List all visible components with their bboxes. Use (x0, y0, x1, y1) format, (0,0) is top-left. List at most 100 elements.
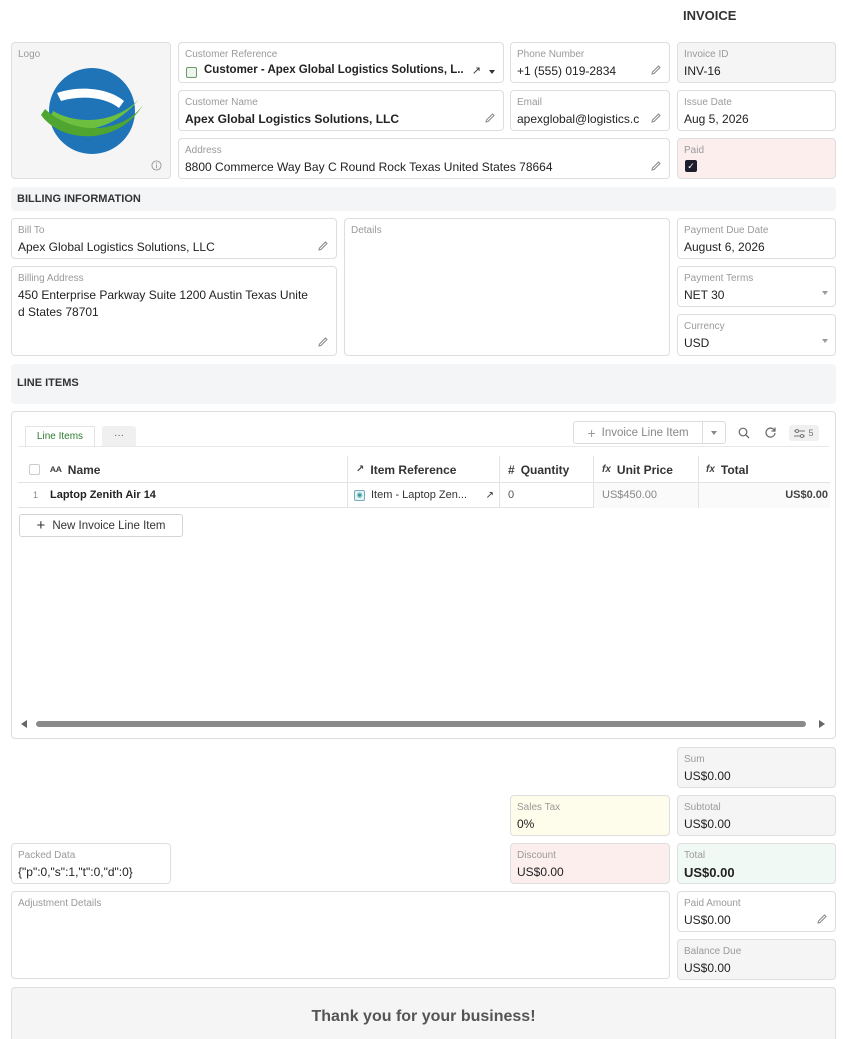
scroll-left-icon[interactable] (21, 720, 27, 728)
add-dropdown-button[interactable] (702, 421, 726, 444)
invoice-id-value: INV-16 (684, 64, 721, 78)
paid-amount-field[interactable]: Paid Amount US$0.00 (677, 891, 836, 932)
pencil-icon[interactable] (650, 112, 662, 124)
adjustment-details-field[interactable]: Adjustment Details (11, 891, 670, 979)
tab-more[interactable]: ··· (102, 426, 136, 447)
discount-field[interactable]: Discount US$0.00 (510, 843, 670, 884)
phone-label: Phone Number (517, 49, 585, 60)
filter-count: 5 (808, 428, 814, 438)
select-all-checkbox[interactable] (29, 464, 40, 475)
row-quantity-cell[interactable]: 0 (508, 483, 514, 507)
column-divider (698, 456, 699, 483)
column-header-quantity[interactable]: # Quantity (508, 456, 569, 483)
column-header-name[interactable]: ᴀᴀ Name (50, 456, 100, 483)
chevron-down-icon[interactable] (822, 339, 828, 343)
column-header-total[interactable]: fx Total (706, 456, 749, 483)
page-title: INVOICE (683, 8, 737, 23)
total-label: Total (684, 850, 706, 861)
discount-label: Discount (517, 850, 556, 861)
refresh-icon[interactable] (764, 426, 777, 439)
details-field[interactable]: Details (344, 218, 670, 356)
table-header: ᴀᴀ Name ↗ Item Reference # Quantity fx U… (18, 456, 830, 483)
payment-terms-label: Payment Terms (684, 273, 754, 284)
paid-checkbox[interactable]: ✓ (685, 160, 697, 172)
currency-select[interactable]: Currency USD (677, 314, 836, 356)
info-icon[interactable] (151, 160, 162, 171)
details-label: Details (351, 225, 382, 236)
pencil-icon[interactable] (650, 64, 662, 76)
item-record-icon: ◉ (354, 489, 365, 501)
subtotal-field: Subtotal US$0.00 (677, 795, 836, 836)
dropdown-chevron-icon[interactable] (489, 70, 495, 74)
subtotal-label: Subtotal (684, 802, 721, 813)
payment-due-date-value: August 6, 2026 (684, 240, 765, 254)
row-total-cell: US$0.00 (785, 489, 828, 501)
row-item-reference-value: Item - Laptop Zen... (371, 489, 467, 501)
sliders-icon (794, 428, 806, 438)
customer-reference-value: Customer - Apex Global Logistics Solutio… (204, 64, 464, 76)
customer-name-label: Customer Name (185, 97, 258, 108)
pencil-icon[interactable] (484, 112, 496, 124)
row-name-cell[interactable]: Laptop Zenith Air 14 (50, 483, 156, 507)
line-items-section-header: LINE ITEMS (11, 364, 836, 404)
column-unit-price-label: Unit Price (616, 462, 673, 477)
add-invoice-line-item-button[interactable]: + Invoice Line Item (573, 421, 703, 444)
issue-date-field[interactable]: Issue Date Aug 5, 2026 (677, 90, 836, 131)
email-label: Email (517, 97, 543, 108)
discount-value: US$0.00 (517, 865, 564, 879)
horizontal-scrollbar[interactable] (36, 721, 806, 727)
tab-line-items-label: Line Items (36, 431, 84, 442)
formula-icon: fx (706, 464, 715, 475)
payment-terms-select[interactable]: Payment Terms NET 30 (677, 266, 836, 307)
sales-tax-field[interactable]: Sales Tax 0% (510, 795, 670, 836)
address-value: 8800 Commerce Way Bay C Round Rock Texas… (185, 160, 553, 174)
pencil-icon[interactable] (816, 913, 828, 925)
new-invoice-line-item-button[interactable]: + New Invoice Line Item (19, 514, 183, 537)
billing-address-field[interactable]: Billing Address 450 Enterprise Parkway S… (11, 266, 337, 356)
balance-due-value: US$0.00 (684, 961, 731, 975)
billing-section-header: BILLING INFORMATION (11, 187, 836, 211)
logo-label: Logo (18, 49, 41, 60)
table-row[interactable]: 1 Laptop Zenith Air 14 ◉ Item - Laptop Z… (18, 483, 830, 508)
open-link-icon[interactable]: ↗ (486, 490, 494, 501)
scroll-right-icon[interactable] (819, 720, 825, 728)
customer-reference-field[interactable]: Customer Reference Customer - Apex Globa… (178, 42, 504, 83)
pencil-icon[interactable] (650, 160, 662, 172)
balance-due-field: Balance Due US$0.00 (677, 939, 836, 980)
chevron-down-icon[interactable] (822, 291, 828, 295)
pencil-icon[interactable] (317, 240, 329, 252)
logo-card[interactable]: Logo (11, 42, 171, 179)
balance-due-label: Balance Due (684, 946, 742, 957)
bill-to-value: Apex Global Logistics Solutions, LLC (18, 240, 215, 254)
record-icon (186, 67, 197, 78)
bill-to-field[interactable]: Bill To Apex Global Logistics Solutions,… (11, 218, 337, 259)
text-type-icon: ᴀᴀ (50, 464, 62, 475)
address-label: Address (185, 145, 222, 156)
paid-field[interactable]: Paid ✓ (677, 138, 836, 179)
email-field[interactable]: Email apexglobal@logistics.c (510, 90, 670, 131)
pencil-icon[interactable] (317, 336, 329, 348)
tab-line-items[interactable]: Line Items (25, 426, 95, 447)
filter-button[interactable]: 5 (789, 425, 819, 441)
new-invoice-line-item-label: New Invoice Line Item (52, 519, 166, 532)
billing-address-line2: d States 78701 (18, 305, 99, 319)
invoice-id-field: Invoice ID INV-16 (677, 42, 836, 83)
open-link-icon[interactable]: ↗ (472, 64, 481, 77)
packed-data-field[interactable]: Packed Data {"p":0,"s":1,"t":0,"d":0} (11, 843, 171, 884)
address-field[interactable]: Address 8800 Commerce Way Bay C Round Ro… (178, 138, 670, 179)
billing-address-line1: 450 Enterprise Parkway Suite 1200 Austin… (18, 288, 308, 302)
payment-due-date-field[interactable]: Payment Due Date August 6, 2026 (677, 218, 836, 259)
column-header-unit-price[interactable]: fx Unit Price (602, 456, 673, 483)
paid-label: Paid (684, 145, 705, 156)
customer-name-field[interactable]: Customer Name Apex Global Logistics Solu… (178, 90, 504, 131)
phone-field[interactable]: Phone Number +1 (555) 019-2834 (510, 42, 670, 83)
packed-data-value: {"p":0,"s":1,"t":0,"d":0} (18, 865, 133, 879)
column-header-item-reference[interactable]: ↗ Item Reference (356, 456, 456, 483)
sum-field: Sum US$0.00 (677, 747, 836, 788)
row-item-reference-cell[interactable]: ◉ Item - Laptop Zen... ↗ (354, 483, 494, 507)
packed-data-label: Packed Data (18, 850, 76, 861)
total-field: Total US$0.00 (677, 843, 836, 884)
search-icon[interactable] (738, 427, 750, 439)
adjustment-details-label: Adjustment Details (18, 898, 102, 909)
cell-divider (347, 483, 348, 508)
